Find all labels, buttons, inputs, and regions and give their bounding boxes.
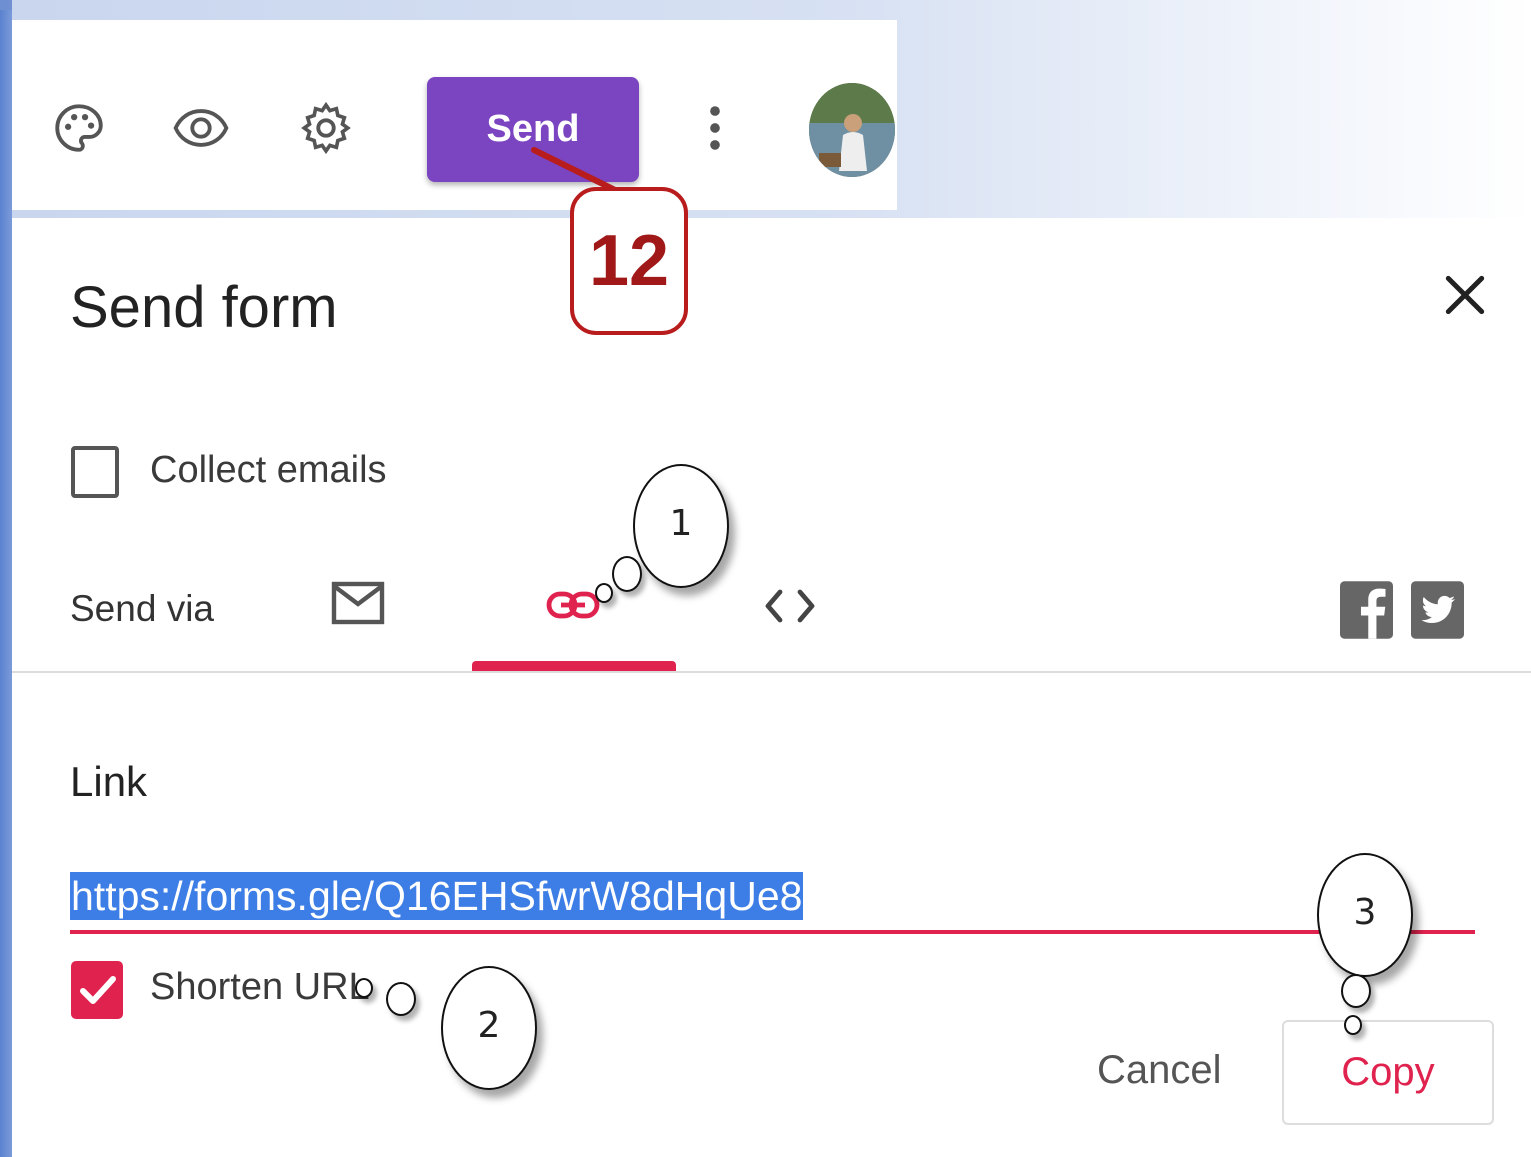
link-url-field[interactable]: https://forms.gle/Q16EHSfwrW8dHqUe8 bbox=[70, 872, 804, 920]
annotation-bubble-1: 1 bbox=[633, 464, 729, 588]
annotation-dot bbox=[1344, 1015, 1362, 1035]
settings-gear-icon[interactable] bbox=[297, 99, 355, 157]
tabs-divider bbox=[12, 671, 1531, 673]
palette-icon[interactable] bbox=[50, 99, 108, 157]
send-form-dialog bbox=[12, 218, 1531, 1157]
active-tab-indicator bbox=[472, 661, 676, 671]
send-via-label: Send via bbox=[70, 588, 214, 629]
close-icon[interactable] bbox=[1440, 270, 1490, 320]
cancel-button[interactable]: Cancel bbox=[1097, 1048, 1222, 1093]
avatar-photo-icon bbox=[809, 83, 895, 177]
twitter-icon[interactable] bbox=[1411, 581, 1464, 639]
facebook-icon[interactable] bbox=[1340, 581, 1393, 639]
shorten-url-checkbox[interactable] bbox=[71, 961, 123, 1019]
annotation-dot bbox=[386, 982, 416, 1016]
annotation-bubble-3: 3 bbox=[1317, 853, 1413, 977]
toolbar: Send bbox=[12, 20, 897, 210]
embed-code-icon[interactable] bbox=[762, 586, 818, 626]
avatar[interactable] bbox=[809, 83, 895, 177]
annotation-bubble-2: 2 bbox=[441, 966, 537, 1090]
dialog-title: Send form bbox=[70, 275, 338, 340]
annotation-dot bbox=[612, 556, 642, 592]
annotation-dot bbox=[355, 978, 373, 998]
annotation-dot bbox=[1341, 974, 1371, 1008]
step-callout: 12 bbox=[570, 187, 688, 335]
collect-emails-checkbox[interactable] bbox=[71, 446, 119, 498]
shorten-url-label: Shorten URL bbox=[150, 966, 370, 1008]
link-field-underline bbox=[70, 930, 1475, 934]
email-icon[interactable] bbox=[330, 580, 386, 628]
copy-button[interactable]: Copy bbox=[1282, 1020, 1494, 1125]
checkmark-icon bbox=[80, 976, 116, 1004]
link-icon[interactable] bbox=[545, 584, 601, 628]
collect-emails-label: Collect emails bbox=[150, 449, 387, 491]
more-vert-icon[interactable] bbox=[686, 99, 744, 157]
preview-eye-icon[interactable] bbox=[172, 99, 230, 157]
link-section-label: Link bbox=[70, 758, 148, 805]
annotation-dot bbox=[595, 583, 613, 603]
